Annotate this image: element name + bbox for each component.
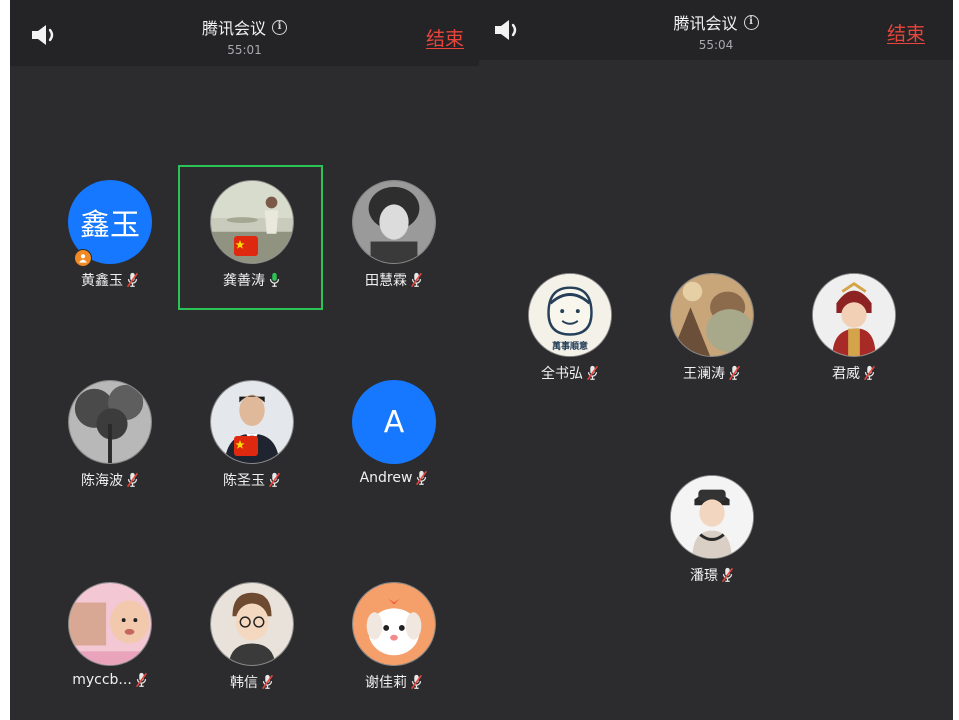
participant-name: 谢佳莉: [365, 675, 407, 691]
mic-muted-icon: [863, 365, 876, 381]
participant-name: myccb...: [72, 672, 132, 688]
participant-name-row: 潘璟: [642, 565, 782, 585]
mic-muted-icon: [126, 472, 139, 488]
participant-name: 君威: [832, 366, 860, 382]
avatar: [812, 273, 896, 357]
participant-name: 田慧霖: [365, 273, 407, 289]
mic-muted-icon: [410, 272, 423, 288]
participant-name: 韩信: [230, 675, 258, 691]
end-meeting-button[interactable]: 结束: [887, 19, 925, 46]
participant-name-row: 田慧霖: [324, 270, 464, 290]
avatar: [68, 582, 152, 666]
avatar: 萬事順意: [528, 273, 612, 357]
mic-muted-icon: [261, 674, 274, 690]
avatar-caption: 萬事順意: [551, 342, 588, 352]
avatar: [68, 380, 152, 464]
mic-muted-icon: [721, 567, 734, 583]
flag-badge-icon: [234, 236, 258, 256]
participant-name: 王澜涛: [683, 366, 725, 382]
participant-name-row: 陈圣玉: [182, 470, 322, 490]
participant-name-row: 韩信: [182, 672, 322, 692]
info-icon[interactable]: i: [272, 19, 287, 35]
info-icon[interactable]: i: [743, 14, 759, 30]
participant-name-row: 君威: [784, 363, 924, 383]
participant-name-row: 王澜涛: [642, 363, 782, 383]
mic-muted-icon: [126, 272, 139, 288]
participant-name-row: 谢佳莉: [324, 672, 464, 692]
participant-name: 全书弘: [541, 366, 583, 382]
participant-name-row: 陈海波: [40, 470, 180, 490]
avatar: [210, 582, 294, 666]
participant-name-row: myccb...: [40, 672, 180, 688]
meeting-screen-right: 腾讯会议 i 55:04 结束 萬事順意 全书弘 王澜涛 君威 潘璟: [479, 0, 953, 720]
avatar: [352, 180, 436, 264]
meeting-title: 腾讯会议: [201, 19, 266, 38]
participant-name-row: 黄鑫玉: [40, 270, 180, 290]
participant-name: 龚善涛: [223, 273, 265, 289]
meeting-title: 腾讯会议: [673, 14, 738, 33]
participant-name: 陈海波: [81, 473, 123, 489]
avatar: [670, 273, 754, 357]
mic-icon: [269, 272, 280, 287]
meeting-header: 腾讯会议 i 55:01: [10, 15, 479, 57]
avatar: [670, 475, 754, 559]
meeting-screen-left: 腾讯会议 i 55:01 结束 鑫玉 黄鑫玉 龚善涛 田慧霖 陈海波 陈圣玉 A…: [10, 0, 479, 720]
mic-muted-icon: [586, 365, 599, 381]
participant-name: 黄鑫玉: [81, 273, 123, 289]
top-bar: 腾讯会议 i 55:04 结束: [479, 0, 953, 60]
mic-muted-icon: [135, 672, 147, 688]
flag-badge-icon: [234, 436, 258, 456]
meeting-timer: 55:04: [698, 38, 734, 52]
participant-name: 陈圣玉: [223, 473, 265, 489]
avatar: A: [352, 380, 436, 464]
participant-name-row: 全书弘: [500, 363, 640, 383]
host-icon: [74, 249, 92, 267]
participant-name: Andrew: [359, 470, 413, 486]
meeting-timer: 55:01: [227, 43, 262, 57]
mic-muted-icon: [728, 365, 741, 381]
mic-muted-icon: [410, 674, 423, 690]
avatar: [352, 582, 436, 666]
participant-name: 潘璟: [690, 568, 718, 584]
mic-muted-icon: [268, 472, 281, 488]
mic-muted-icon: [416, 470, 428, 486]
participant-name-row: Andrew: [324, 470, 464, 486]
top-bar: 腾讯会议 i 55:01 结束: [10, 0, 479, 66]
meeting-header: 腾讯会议 i 55:04: [479, 10, 953, 52]
participant-name-row: 龚善涛: [182, 270, 322, 290]
end-meeting-button[interactable]: 结束: [426, 24, 464, 51]
